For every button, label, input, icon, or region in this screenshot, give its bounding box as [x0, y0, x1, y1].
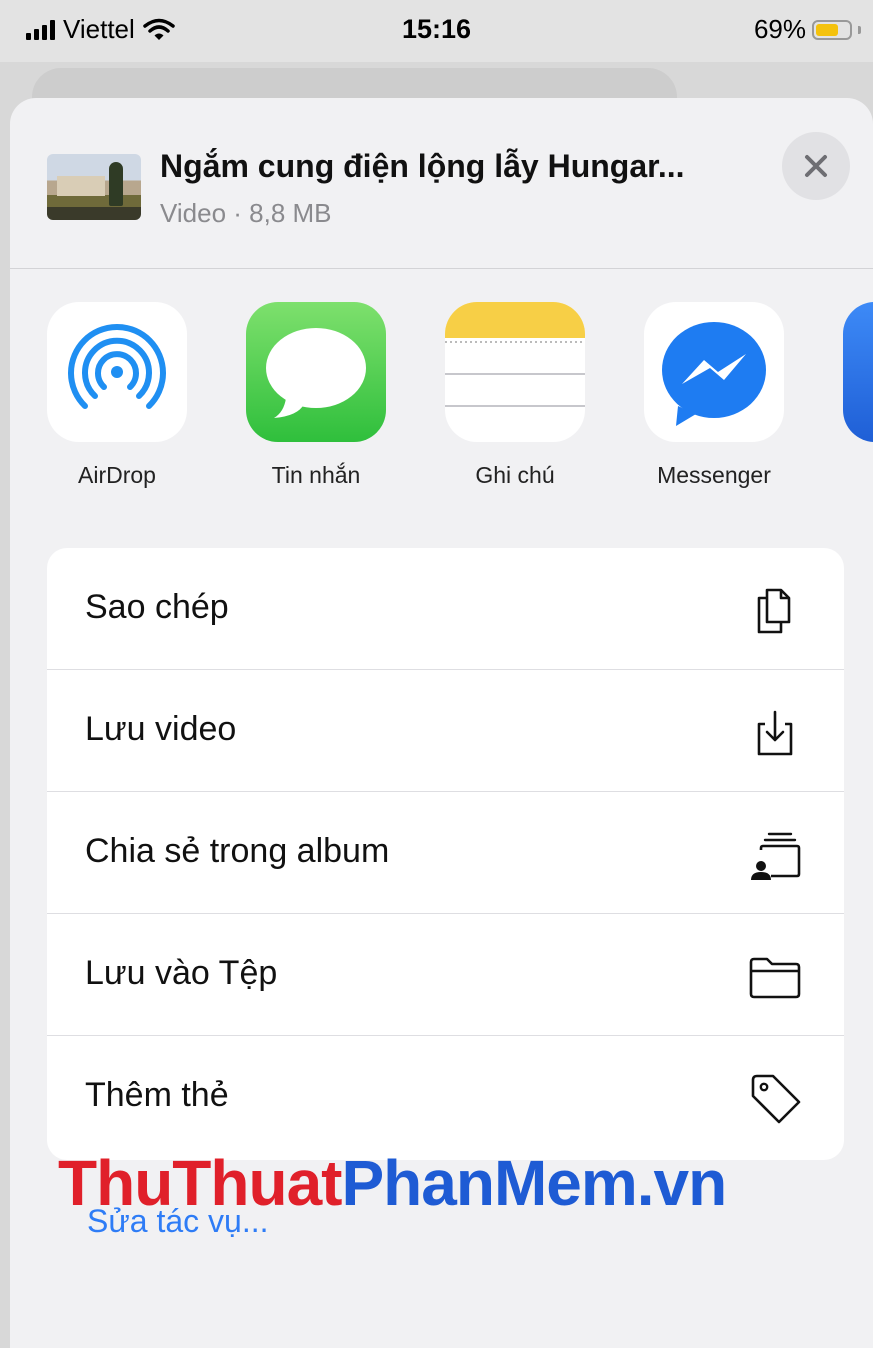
- share-apps-row: AirDrop Tin nhắn Ghi chú Messenger: [10, 302, 873, 502]
- messages-icon: [246, 302, 386, 442]
- action-label: Thêm thẻ: [85, 1076, 229, 1114]
- action-shared-album[interactable]: Chia sẻ trong album: [47, 792, 844, 914]
- action-list: Sao chép Lưu video Chia sẻ trong album L…: [47, 548, 844, 1160]
- shared-album-icon: [751, 832, 801, 880]
- thumbnail-tree: [109, 162, 123, 206]
- action-save-to-files[interactable]: Lưu vào Tệp: [47, 914, 844, 1036]
- notes-icon: [445, 302, 585, 442]
- folder-icon: [749, 957, 801, 999]
- battery-percent: 69%: [753, 14, 806, 44]
- app-label: Tin nhắn: [271, 462, 361, 488]
- action-save-video[interactable]: Lưu video: [47, 670, 844, 792]
- messenger-icon: [644, 302, 784, 442]
- app-label: Ghi chú: [475, 462, 555, 488]
- thumbnail-palace: [57, 176, 105, 196]
- app-label: AirDrop: [78, 462, 156, 488]
- status-bar: Viettel 15:16 69%: [0, 0, 873, 62]
- battery-fill: [816, 23, 838, 36]
- copy-icon: [757, 588, 791, 634]
- watermark-part1: ThuThuat: [58, 1147, 342, 1219]
- battery-tip: [858, 25, 861, 34]
- airdrop-icon: [47, 302, 187, 442]
- video-thumbnail: [47, 154, 141, 220]
- action-add-tag[interactable]: Thêm thẻ: [47, 1036, 844, 1158]
- battery-icon: [812, 19, 852, 40]
- action-copy[interactable]: Sao chép: [47, 548, 844, 670]
- action-label: Lưu vào Tệp: [85, 954, 278, 992]
- status-right: 69%: [754, 14, 861, 45]
- share-sheet-header: Ngắm cung điện lộng lẫy Hungar... Video …: [10, 98, 873, 269]
- tag-icon: [751, 1074, 801, 1124]
- share-title: Ngắm cung điện lộng lẫy Hungar...: [160, 148, 685, 184]
- action-label: Lưu video: [85, 710, 237, 748]
- clock: 15:16: [401, 14, 472, 44]
- save-download-icon: [757, 710, 793, 756]
- close-icon: [805, 155, 827, 177]
- facebook-icon: [843, 302, 873, 442]
- watermark-part2: PhanMem.vn: [341, 1147, 727, 1219]
- share-subtitle: Video · 8,8 MB: [160, 198, 332, 228]
- action-label: Sao chép: [85, 588, 229, 626]
- close-button[interactable]: [782, 132, 850, 200]
- watermark: ThuThuatPhanMem.vn: [58, 1146, 727, 1220]
- action-label: Chia sẻ trong album: [85, 832, 390, 870]
- app-label: Fa: [823, 462, 873, 489]
- app-label: Messenger: [657, 462, 771, 488]
